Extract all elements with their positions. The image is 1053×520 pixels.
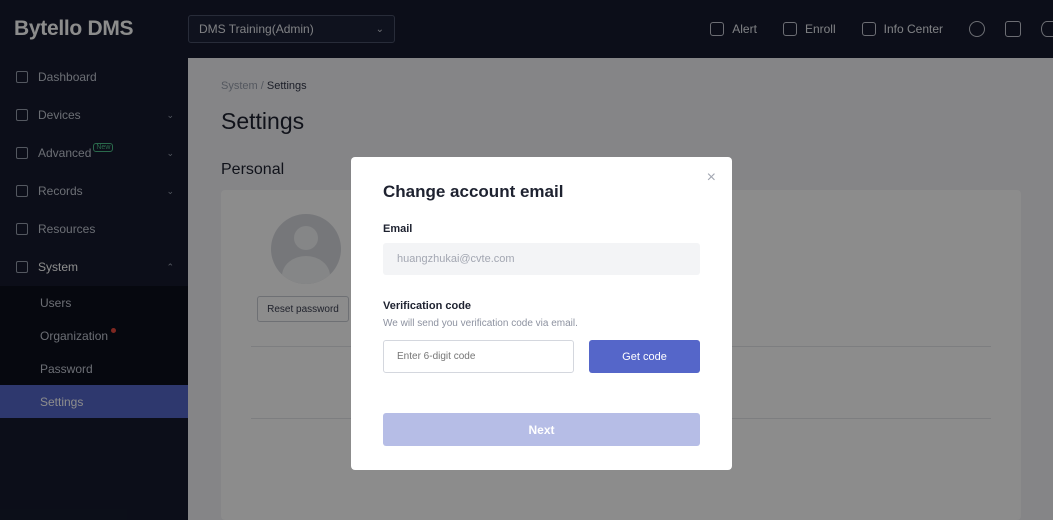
next-button[interactable]: Next bbox=[383, 413, 700, 446]
get-code-button[interactable]: Get code bbox=[589, 340, 700, 373]
change-email-modal: × Change account email Email huangzhukai… bbox=[351, 157, 732, 470]
modal-title: Change account email bbox=[383, 182, 564, 201]
close-icon[interactable]: × bbox=[707, 169, 716, 187]
verification-code-label: Verification code bbox=[383, 300, 472, 312]
verification-code-input[interactable] bbox=[383, 340, 574, 373]
verification-code-hint: We will send you verification code via e… bbox=[383, 318, 578, 329]
email-value: huangzhukai@cvte.com bbox=[397, 253, 515, 265]
email-label: Email bbox=[383, 223, 413, 235]
email-field: huangzhukai@cvte.com bbox=[383, 243, 700, 275]
